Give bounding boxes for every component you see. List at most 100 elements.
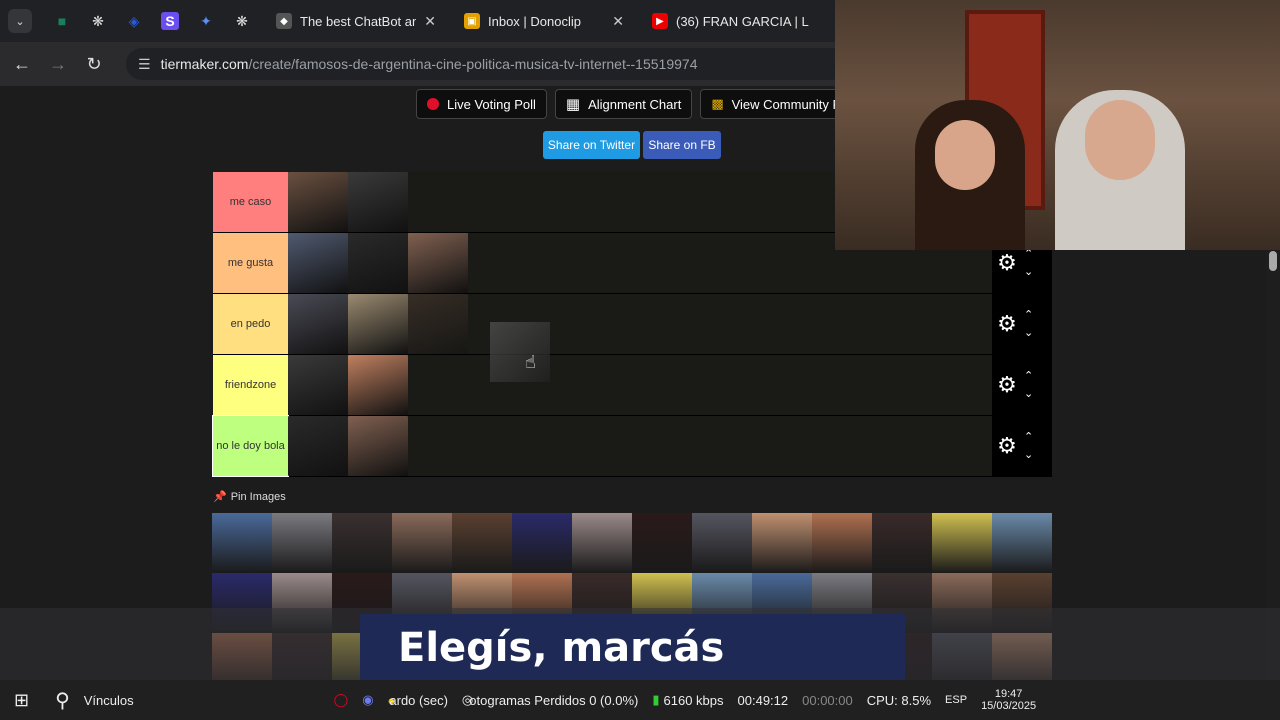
shield-icon: ◈ xyxy=(128,12,140,29)
tier-image[interactable] xyxy=(408,233,468,293)
pin-images-label: Pin Images xyxy=(230,490,286,503)
pool-image[interactable] xyxy=(812,513,872,573)
lang: ESP xyxy=(945,694,968,706)
tier-label[interactable]: friendzone xyxy=(213,355,288,415)
s-icon: S xyxy=(161,12,179,30)
tier-label[interactable]: en pedo xyxy=(213,294,288,354)
url-path: /create/famosos-de-argentina-cine-politi… xyxy=(248,56,698,72)
youtube-icon: ▶ xyxy=(652,13,668,29)
tier-image[interactable] xyxy=(288,355,348,415)
time: 19:47 xyxy=(994,688,1023,700)
opera-icon[interactable]: ◯ xyxy=(334,692,349,708)
tier-label[interactable]: me gusta xyxy=(213,233,288,293)
gear-icon[interactable]: ⚙ xyxy=(992,433,1022,459)
pinned-tab-2[interactable]: ❋ xyxy=(82,6,114,36)
tier-image[interactable] xyxy=(348,233,408,293)
chevron-down-icon[interactable]: ⌄ xyxy=(1024,385,1033,403)
pinned-tab-5[interactable]: ✦ xyxy=(190,6,222,36)
grid-icon: ▦ xyxy=(565,96,581,113)
chevron-down-icon[interactable]: ⌄ xyxy=(1024,446,1033,464)
tier-move: ⌃ ⌄ xyxy=(1024,428,1033,464)
dropped-frames: otogramas Perdidos 0 (0.0%) xyxy=(469,692,639,708)
tab-donoclip[interactable]: ▣ Inbox | Donoclip ✕ xyxy=(454,6,634,36)
site-info-icon[interactable]: ☰ xyxy=(138,56,151,73)
pinned-tab-4[interactable]: S xyxy=(154,6,186,36)
share-twitter-button[interactable]: Share on Twitter xyxy=(543,131,640,159)
tier-row: no le doy bola ⚙ ⌃ ⌄ xyxy=(212,415,1052,477)
pinned-tab-6[interactable]: ❋ xyxy=(226,6,258,36)
tier-label[interactable]: me caso xyxy=(213,172,288,232)
search-icon[interactable]: ⚲ xyxy=(55,688,70,713)
tier-image[interactable] xyxy=(288,416,348,476)
search-label[interactable]: Vínculos xyxy=(84,693,134,708)
gear-icon[interactable]: ⚙ xyxy=(992,250,1022,276)
pool-image[interactable] xyxy=(332,513,392,573)
pool-image[interactable] xyxy=(932,513,992,573)
close-icon[interactable]: ✕ xyxy=(424,13,436,30)
gear-icon[interactable]: ⚙ xyxy=(992,311,1022,337)
donoclip-icon: ▣ xyxy=(464,13,480,29)
chevron-up-icon[interactable]: ⌃ xyxy=(1024,306,1033,324)
pinned-tab-1[interactable]: ■ xyxy=(46,6,78,36)
chevron-up-icon[interactable]: ⌃ xyxy=(1024,428,1033,446)
tier-image[interactable] xyxy=(348,172,408,232)
tier-row: friendzone ⚙ ⌃ ⌄ xyxy=(213,355,1052,416)
pool-image[interactable] xyxy=(572,513,632,573)
pool-image[interactable] xyxy=(692,513,752,573)
reload-icon[interactable]: ↻ xyxy=(76,54,112,75)
pool-image[interactable] xyxy=(632,513,692,573)
url-domain: tiermaker.com xyxy=(160,56,249,72)
pool-image[interactable] xyxy=(752,513,812,573)
tier-image[interactable] xyxy=(288,294,348,354)
pool-image[interactable] xyxy=(872,513,932,573)
pool-image[interactable] xyxy=(992,513,1052,573)
live-poll-button[interactable]: Live Voting Poll xyxy=(416,89,547,119)
stream-timer: 00:49:12 xyxy=(737,692,789,708)
tier-image[interactable] xyxy=(348,416,408,476)
obs-status: ardo (sec) xyxy=(389,692,448,708)
pool-image[interactable] xyxy=(512,513,572,573)
signal-icon: ▮ xyxy=(652,692,660,707)
tier-label[interactable]: no le doy bola xyxy=(212,415,289,477)
back-icon[interactable]: ← xyxy=(4,54,40,75)
gear-icon[interactable]: ⚙ xyxy=(992,372,1022,398)
chevron-up-icon[interactable]: ⌃ xyxy=(1024,367,1033,385)
windows-start-icon[interactable]: ⊞ xyxy=(14,690,29,711)
chevron-down-icon[interactable]: ⌄ xyxy=(1024,324,1033,342)
tab-search-icon[interactable]: ⌄ xyxy=(8,9,32,33)
alignment-chart-button[interactable]: ▦ Alignment Chart xyxy=(554,89,693,119)
pool-image[interactable] xyxy=(212,513,272,573)
tab-title: (36) FRAN GARCIA | L xyxy=(676,13,809,29)
discord-icon[interactable]: ◉ xyxy=(362,692,373,708)
pinned-tab-3[interactable]: ◈ xyxy=(118,6,150,36)
tier-image[interactable] xyxy=(288,172,348,232)
pool-image[interactable] xyxy=(272,513,332,573)
tab-title: Inbox | Donoclip xyxy=(488,13,581,29)
record-dot-icon xyxy=(427,98,439,110)
date: 15/03/2025 xyxy=(981,700,1037,712)
tier-image[interactable] xyxy=(348,355,408,415)
tier-row: en pedo ⚙ ⌃ ⌄ xyxy=(213,294,1052,355)
button-label: Live Voting Poll xyxy=(447,96,536,112)
tier-controls: ⚙ ⌃ ⌄ xyxy=(992,355,1052,415)
tier-controls: ⚙ ⌃ ⌄ xyxy=(992,294,1052,354)
close-icon[interactable]: ✕ xyxy=(612,13,624,30)
chevron-down-icon[interactable]: ⌄ xyxy=(1024,263,1033,281)
pool-image[interactable] xyxy=(452,513,512,573)
scrollbar-thumb[interactable] xyxy=(1269,251,1277,271)
stream-caption: Elegís, marcás xyxy=(360,614,905,680)
cursor-hand-icon: ☝ xyxy=(525,352,536,372)
tier-image[interactable] xyxy=(348,294,408,354)
pin-images-toggle[interactable]: 📌 Pin Images xyxy=(213,490,286,504)
share-fb-button[interactable]: Share on FB xyxy=(643,131,721,159)
pool-image[interactable] xyxy=(392,513,452,573)
dragged-image[interactable] xyxy=(490,322,550,382)
tab-youtube[interactable]: ▶ (36) FRAN GARCIA | L xyxy=(642,6,822,36)
tab-title: The best ChatBot and xyxy=(300,13,417,29)
colorful-grid-icon: ▩ xyxy=(711,96,724,111)
tier-image[interactable] xyxy=(408,294,468,354)
tab-chatbot[interactable]: ◆ The best ChatBot and ✕ xyxy=(266,6,446,36)
taskbar: ⊞ ⚲ Vínculos ◯ ◉ ● ardo (sec) ◎ otograma… xyxy=(0,680,1280,720)
tier-image[interactable] xyxy=(288,233,348,293)
forward-icon[interactable]: → xyxy=(40,54,76,75)
